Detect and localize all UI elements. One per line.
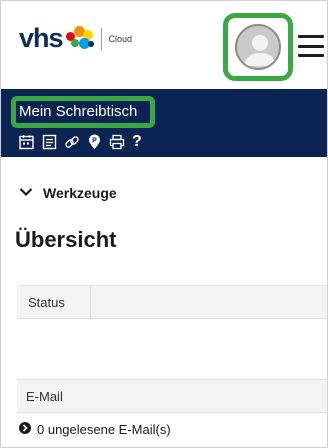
tools-toggle[interactable]: Werkzeuge [19, 184, 117, 202]
email-section-header: E-Mail [17, 379, 327, 413]
desk-toolbar: P ? [19, 134, 142, 150]
unread-emails-link[interactable]: 0 ungelesene E-Mail(s) [19, 422, 171, 437]
logo-separator [100, 27, 102, 50]
logo-dots-icon [65, 25, 95, 52]
document-icon[interactable] [42, 134, 57, 150]
help-icon[interactable]: ? [132, 134, 142, 150]
page-title: Übersicht [15, 227, 117, 252]
tab-status[interactable]: Status [17, 286, 91, 319]
chevron-down-icon [19, 184, 33, 202]
unread-emails-text: 0 ungelesene E-Mail(s) [37, 422, 171, 437]
link-icon[interactable] [64, 134, 80, 150]
logo-text: vhs [19, 23, 64, 53]
desk-title-link[interactable]: Mein Schreibtisch [19, 103, 137, 121]
vhs-cloud-logo[interactable]: vhs Cloud [19, 25, 132, 52]
calendar-icon[interactable] [19, 134, 35, 150]
avatar-highlight[interactable] [223, 13, 293, 81]
pin-icon[interactable]: P [87, 134, 102, 150]
logo-subtitle: Cloud [108, 33, 133, 44]
arrow-right-circle-icon [19, 422, 31, 437]
status-section-header: Status [17, 285, 327, 319]
page: vhs Cloud Mein Schreibtisch P ? Werkzeug… [0, 0, 328, 448]
print-icon[interactable] [109, 134, 125, 150]
user-avatar-icon[interactable] [235, 24, 281, 70]
hamburger-menu-icon[interactable] [298, 35, 324, 57]
svg-text:P: P [92, 138, 97, 145]
tools-label: Werkzeuge [43, 185, 117, 201]
header: vhs Cloud [1, 1, 327, 89]
